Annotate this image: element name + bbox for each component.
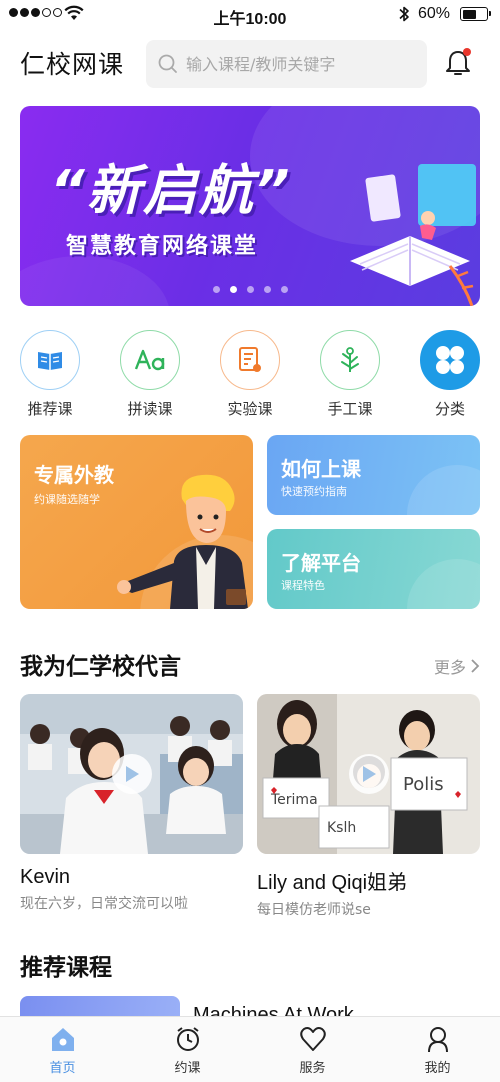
banner-decoration bbox=[20, 256, 170, 306]
about-platform-card[interactable]: 了解平台 课程特色 bbox=[267, 529, 480, 609]
search-icon bbox=[158, 54, 177, 73]
play-button[interactable] bbox=[349, 754, 389, 794]
video-title: Kevin bbox=[20, 866, 71, 888]
card-decoration bbox=[407, 559, 480, 609]
how-to-class-card[interactable]: 如何上课 快速预约指南 bbox=[267, 435, 480, 515]
home-icon bbox=[51, 1028, 74, 1051]
search-input[interactable] bbox=[186, 54, 426, 74]
carousel-dot[interactable] bbox=[280, 286, 288, 293]
search-bar[interactable] bbox=[146, 40, 427, 88]
video-description: 现在六岁，日常交流可以啦 bbox=[20, 896, 188, 912]
category-phonics[interactable]: 拼读课 bbox=[120, 330, 180, 419]
open-book-illustration bbox=[350, 164, 476, 306]
notification-badge bbox=[463, 48, 471, 56]
more-link[interactable]: 更多 bbox=[434, 654, 480, 678]
video-card[interactable]: Kevin 现在六岁，日常交流可以啦 bbox=[20, 694, 243, 913]
card-title: 了解平台 bbox=[281, 551, 361, 575]
more-label: 更多 bbox=[433, 658, 466, 677]
foreign-teacher-card[interactable]: 专属外教 约课随选随学 bbox=[20, 435, 253, 609]
letters-icon bbox=[134, 349, 165, 371]
carousel-dot[interactable] bbox=[212, 286, 220, 293]
category-label: 拼读课 bbox=[127, 400, 173, 418]
tab-profile[interactable]: 我的 bbox=[375, 1017, 500, 1082]
tab-label: 我的 bbox=[424, 1061, 451, 1076]
category-label: 手工课 bbox=[327, 400, 373, 418]
play-icon bbox=[126, 766, 139, 782]
banner-subtitle: 智慧教育网络课堂 bbox=[66, 234, 259, 259]
video-description: 每日模仿老师说se bbox=[257, 902, 371, 918]
carousel-indicator[interactable] bbox=[20, 286, 480, 293]
category-handcraft[interactable]: 手工课 bbox=[320, 330, 380, 419]
card-subtitle: 快速预约指南 bbox=[281, 485, 347, 498]
card-title: 如何上课 bbox=[281, 457, 361, 481]
category-recommended[interactable]: 推荐课 bbox=[20, 330, 80, 419]
teacher-illustration bbox=[117, 474, 248, 609]
bluetooth-icon bbox=[399, 6, 409, 22]
banner-title: “新启航” bbox=[50, 159, 292, 222]
carousel-dot[interactable] bbox=[246, 286, 254, 293]
carousel-dot[interactable] bbox=[229, 286, 237, 293]
category-label: 推荐课 bbox=[27, 400, 73, 418]
tab-label: 首页 bbox=[49, 1061, 76, 1076]
battery-icon bbox=[460, 7, 491, 21]
bottom-tab-bar: 首页 约课 服务 我的 bbox=[0, 1016, 500, 1082]
video-title: Lily and Qiqi姐弟 bbox=[257, 872, 408, 894]
book-icon bbox=[38, 352, 62, 370]
chevron-right-icon bbox=[471, 659, 480, 673]
tab-schedule[interactable]: 约课 bbox=[125, 1017, 250, 1082]
section-title: 推荐课程 bbox=[20, 955, 112, 981]
card-subtitle: 约课随选随学 bbox=[34, 493, 100, 506]
plant-icon bbox=[341, 347, 359, 372]
category-label: 实验课 bbox=[227, 400, 273, 418]
category-label: 分类 bbox=[434, 400, 465, 418]
grid-icon bbox=[436, 346, 464, 374]
svg-text:Kslh: Kslh bbox=[327, 820, 356, 836]
heart-icon bbox=[299, 1027, 326, 1051]
category-experiment[interactable]: 实验课 bbox=[220, 330, 280, 419]
status-bar: 上午10:00 60% bbox=[0, 0, 500, 28]
card-subtitle: 课程特色 bbox=[281, 579, 325, 592]
battery-percentage: 60% bbox=[418, 5, 451, 22]
play-icon bbox=[363, 766, 376, 782]
card-decoration bbox=[407, 465, 480, 515]
tab-label: 约课 bbox=[174, 1061, 201, 1076]
card-title: 专属外教 bbox=[34, 463, 114, 487]
experiment-icon bbox=[239, 347, 261, 372]
tab-home[interactable]: 首页 bbox=[0, 1017, 125, 1082]
category-row: 推荐课 拼读课 实验课 手工课 分类 bbox=[20, 330, 480, 420]
section-title: 我为仁学校代言 bbox=[20, 654, 181, 680]
video-thumbnail: Terima Kslh Polis bbox=[257, 694, 480, 854]
video-thumbnail bbox=[20, 694, 243, 854]
carousel-dot[interactable] bbox=[263, 286, 271, 293]
tab-service[interactable]: 服务 bbox=[250, 1017, 375, 1082]
video-card[interactable]: Terima Kslh Polis Lily and Qiqi姐弟 每日模仿老师… bbox=[257, 694, 480, 919]
svg-text:Polis: Polis bbox=[403, 774, 444, 795]
user-icon bbox=[427, 1027, 448, 1053]
notification-bell-icon[interactable] bbox=[443, 46, 473, 80]
alarm-clock-icon bbox=[176, 1027, 199, 1051]
app-title: 仁校网课 bbox=[20, 50, 125, 79]
hero-banner[interactable]: “新启航” 智慧教育网络课堂 bbox=[20, 106, 480, 306]
category-all[interactable]: 分类 bbox=[420, 330, 480, 419]
svg-text:Terima: Terima bbox=[270, 792, 318, 808]
play-button[interactable] bbox=[112, 754, 152, 794]
tab-label: 服务 bbox=[299, 1061, 326, 1076]
